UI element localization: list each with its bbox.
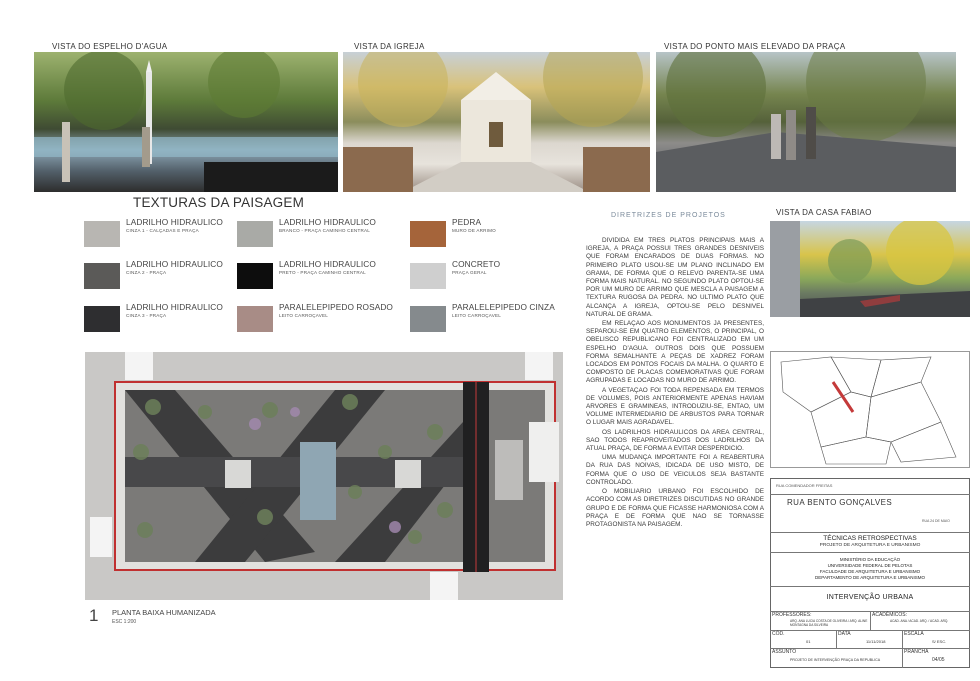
guidelines-text: DIVIDIDA EM TRES PLATOS PRINCIPAIS MAIS … — [586, 237, 764, 530]
inst-2: UNIVERSIDADE FEDERAL DE PELOTAS — [827, 563, 913, 568]
texture-sublabel: CINZA 3 - PRAÇA — [126, 313, 167, 318]
texture-swatch — [237, 306, 273, 332]
guidelines-paragraph: UMA MUDANÇA IMPORTANTE FOI A REABERTURA … — [586, 454, 764, 486]
guidelines-title: DIRETRIZES DE PROJETOS — [611, 212, 726, 219]
texture-label: LADRILHO HIDRAULICO — [126, 217, 223, 227]
texture-sublabel: LEITO CARROÇAVEL — [452, 313, 501, 318]
guidelines-paragraph: EM RELAÇAO AOS MONUMENTOS JA PRESENTES, … — [586, 320, 764, 385]
texture-sublabel: BRANCO - PRAÇA CAMINHO CENTRAL — [279, 228, 370, 233]
texture-sublabel: CINZA 1 - CALÇADAS E PRAÇA — [126, 228, 199, 233]
texture-label: LADRILHO HIDRAULICO — [279, 259, 376, 269]
inst-4: DEPARTAMENTO DE ARQUITETURA E URBANISMO — [815, 575, 925, 580]
academicos-names: ACAD. ANA / ACAD. ARQ. / ACAD. ARQ. — [890, 619, 949, 623]
photo-casa-fabiao — [770, 221, 970, 317]
texture-sublabel: LEITO CARROÇAVEL — [279, 313, 328, 318]
photo-igreja-illustration — [343, 52, 650, 192]
site-plan-drawing — [85, 352, 563, 600]
inst-1: MINISTÉRIO DA EDUCAÇÃO — [839, 557, 901, 562]
location-map-drawing — [780, 356, 957, 465]
prancha-value: 04/05 — [932, 657, 945, 663]
plan-number: 1 — [89, 606, 99, 625]
texture-sublabel: CINZA 2 - PRAÇA — [126, 270, 167, 275]
plan-scale: ESC 1:200 — [112, 619, 137, 625]
cod-value: 01 — [806, 639, 811, 644]
prancha-label: PRANCHA — [904, 649, 929, 655]
texture-label: LADRILHO HIDRAULICO — [279, 217, 376, 227]
assunto-value: PROJETO DE INTERVENÇÃO PRAÇA DA REPUBLIC… — [790, 658, 881, 662]
guidelines-paragraph: O MOBILIARIO URBANO FOI ESCOLHIDO DE ACO… — [586, 488, 764, 528]
texture-swatch — [410, 263, 446, 289]
texture-sublabel: PRETO - PRAÇA CAMINHO CENTRAL — [279, 270, 366, 275]
street-name: RUA BENTO GONÇALVES — [787, 498, 893, 507]
textures-title: TEXTURAS DA PAISAGEM — [133, 195, 305, 210]
guidelines-paragraph: A VEGETAÇAO FOI TODA REPENSADA EM TERMOS… — [586, 386, 764, 427]
guidelines-paragraph: OS LADRILHOS HIDRAULICOS DA AREA CENTRAL… — [586, 428, 764, 453]
texture-swatch — [84, 306, 120, 332]
texture-sublabel: MURO DE ARRIMO — [452, 228, 496, 233]
view-label-igreja: VISTA DA IGREJA — [354, 42, 425, 51]
texture-swatch — [237, 221, 273, 247]
course-sub: PROJETO DE ARQUITETURA E URBANISMO — [819, 543, 921, 548]
inst-3: FACULDADE DE ARQUITETURA E URBANISMO — [819, 569, 921, 574]
texture-swatch — [84, 221, 120, 247]
data-label: DATA — [838, 631, 851, 637]
guidelines-paragraph: DIVIDIDA EM TRES PLATOS PRINCIPAIS MAIS … — [586, 237, 764, 318]
texture-sublabel: PRAÇA GERAL — [452, 270, 487, 275]
course-title: TÉCNICAS RETROSPECTIVAS — [823, 535, 917, 542]
assunto-label: ASSUNTO — [772, 649, 797, 655]
data-value: 11/11/2018 — [866, 639, 886, 644]
texture-swatch — [410, 306, 446, 332]
texture-swatch — [410, 221, 446, 247]
view-label-espelho: VISTA DO ESPELHO D'AGUA — [52, 42, 168, 51]
texture-label: PARALELEPIPEDO ROSADO — [279, 302, 393, 312]
photo-casa-illustration — [770, 221, 970, 317]
view-label-ponto-elevado: VISTA DO PONTO MAIS ELEVADO DA PRAÇA — [664, 42, 846, 51]
texture-label: PARALELEPIPEDO CINZA — [452, 302, 555, 312]
project-title: INTERVENÇÃO URBANA — [826, 594, 914, 601]
texture-swatch — [237, 263, 273, 289]
photo-ponto-illustration — [656, 52, 956, 192]
professores-names: ARQ. ANA LUCIA COSTA DE OLIVEIRA / ARQ. … — [790, 619, 868, 627]
view-label-casa-fabiao: VISTA DA CASA FABIAO — [776, 208, 872, 217]
photo-igreja — [343, 52, 650, 192]
texture-label: LADRILHO HIDRAULICO — [126, 259, 223, 269]
location-map — [770, 351, 970, 468]
photo-espelho-dagua — [34, 52, 338, 192]
texture-swatch — [84, 263, 120, 289]
texture-label: CONCRETO — [452, 259, 501, 269]
texture-label: LADRILHO HIDRAULICO — [126, 302, 223, 312]
texture-label: PEDRA — [452, 217, 482, 227]
photo-ponto-elevado — [656, 52, 956, 192]
professores-label: PROFESSORES: — [772, 612, 812, 618]
cod-label: CÓD. — [772, 631, 785, 637]
escala-value: S/ ESC. — [932, 639, 947, 644]
escala-label: ESCALA — [904, 631, 924, 637]
street-sub: RUA 24 DE MAIO — [922, 519, 950, 523]
plan-title: PLANTA BAIXA HUMANIZADA — [112, 608, 216, 617]
photo-espelho-illustration — [34, 52, 338, 192]
site-plan — [85, 352, 563, 600]
academicos-label: ACADÊMICOS: — [872, 612, 908, 618]
